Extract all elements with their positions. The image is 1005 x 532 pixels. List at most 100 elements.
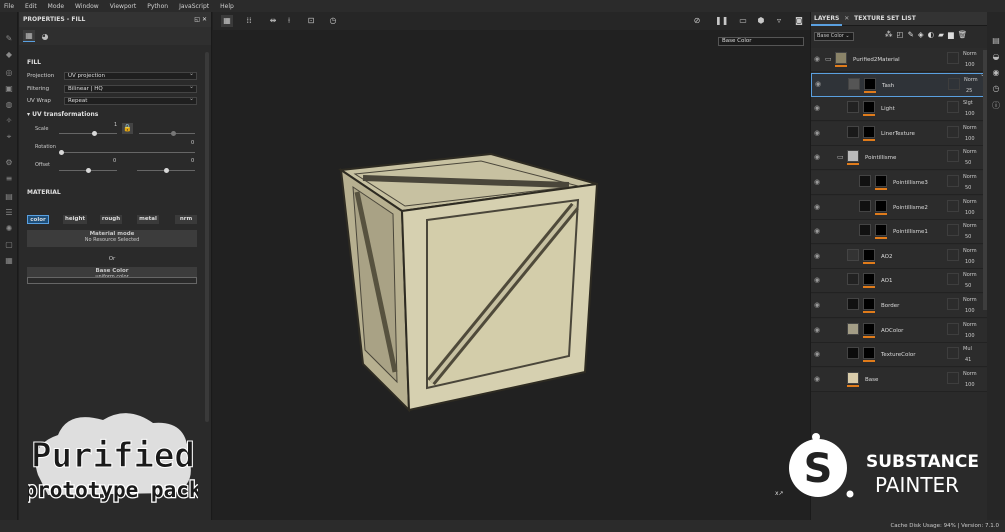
layer-blend-mode[interactable]: Norm <box>963 248 977 254</box>
layer-row[interactable]: ◉ Pointillisme1 Norm 50 <box>811 220 988 245</box>
photoshop-icon[interactable]: ▢ <box>4 240 14 250</box>
layer-opacity[interactable]: 25 <box>966 88 972 94</box>
material-tab-icon[interactable]: ◕ <box>39 30 51 42</box>
layer-row[interactable]: ◉ Border Norm 100 <box>811 294 988 318</box>
history-icon[interactable]: ◷ <box>327 15 339 27</box>
shelf-icon[interactable]: ▤ <box>4 192 14 202</box>
tab-texture-set-list[interactable]: TEXTURE SET LIST <box>851 12 919 26</box>
visibility-eye-icon[interactable]: ◉ <box>814 129 820 137</box>
layer-row[interactable]: ◉ Pointillisme2 Norm 100 <box>811 195 988 220</box>
scale-y-knob[interactable] <box>171 131 176 136</box>
layer-row[interactable]: ◉ Tash Norm 25 <box>811 72 988 97</box>
layer-extra-slot[interactable] <box>947 298 959 310</box>
menu-javascript[interactable]: JavaScript <box>179 3 209 10</box>
offset-x-knob[interactable] <box>86 168 91 173</box>
layer-extra-slot[interactable] <box>948 77 960 90</box>
tab-close-icon[interactable]: ✕ <box>844 15 849 22</box>
layer-opacity[interactable]: 100 <box>965 62 975 68</box>
fill-tab-icon[interactable]: ▦ <box>23 30 35 42</box>
export-icon[interactable]: ▦ <box>4 256 14 266</box>
layer-extra-slot[interactable] <box>947 101 959 114</box>
cube-view-icon[interactable]: ⬢ <box>755 15 767 27</box>
channel-height-button[interactable]: height <box>63 215 87 224</box>
layer-opacity[interactable]: 100 <box>965 382 975 388</box>
layer-extra-slot[interactable] <box>947 322 959 335</box>
layer-extra-slot[interactable] <box>947 125 959 138</box>
layer-blend-mode[interactable]: Norm <box>963 297 977 303</box>
layer-action-icons[interactable]: ⁂◰✎◈◐▰▆🗑 <box>885 30 971 39</box>
visibility-eye-icon[interactable]: ◉ <box>814 203 820 211</box>
channel-color-button[interactable]: color <box>27 215 49 224</box>
channel-rough-button[interactable]: rough <box>100 215 122 224</box>
folder-icon[interactable]: ▭ <box>825 55 832 63</box>
grid-view-icon[interactable]: ▦ <box>221 15 233 27</box>
screenshot-icon[interactable]: ◙ <box>793 15 805 27</box>
scale-slider[interactable] <box>59 131 117 136</box>
channel-metal-button[interactable]: metal <box>137 215 159 224</box>
tab-layers[interactable]: LAYERS <box>811 12 843 26</box>
visibility-eye-icon[interactable]: ◉ <box>814 104 820 112</box>
layer-blend-mode[interactable]: Norm <box>963 223 977 229</box>
menu-help[interactable]: Help <box>220 3 234 10</box>
camera-view-icon[interactable]: ▭ <box>737 15 749 27</box>
layer-extra-slot[interactable] <box>947 224 959 237</box>
layer-blend-mode[interactable]: Norm <box>963 272 977 278</box>
menu-mode[interactable]: Mode <box>48 3 64 10</box>
menu-window[interactable]: Window <box>75 3 99 10</box>
folder-icon[interactable]: ▭ <box>837 153 844 161</box>
layer-blend-mode[interactable]: Norm <box>963 199 977 205</box>
layer-row[interactable]: ◉ ▭ Pointillisme Norm 50 <box>811 146 988 171</box>
filtering-dropdown[interactable]: Bilinear | HQ <box>64 84 197 93</box>
uvwrap-dropdown[interactable]: Repeat <box>64 96 197 105</box>
layer-opacity[interactable]: 100 <box>965 136 975 142</box>
layer-extra-slot[interactable] <box>947 347 959 360</box>
properties-close-icon[interactable]: ◱ ✕ <box>194 16 207 23</box>
layer-extra-slot[interactable] <box>947 52 959 64</box>
layers-channel-dropdown[interactable]: Base Color ⌄ <box>814 32 854 41</box>
frame-icon[interactable]: ⊡ <box>305 15 317 27</box>
layers-tool-icon[interactable]: ▤ <box>991 36 1001 46</box>
rotation-slider[interactable] <box>59 150 195 155</box>
menu-viewport[interactable]: Viewport <box>110 3 137 10</box>
layer-row[interactable]: ◉ ▭ Purified2Material Norm 100 <box>811 48 988 72</box>
base-color-swatch[interactable] <box>27 277 197 284</box>
layer-row[interactable]: ◉ AO1 Norm 50 <box>811 269 988 294</box>
offset-x-slider[interactable] <box>59 168 117 173</box>
layer-blend-mode[interactable]: Norm <box>963 174 977 180</box>
layer-opacity[interactable]: 50 <box>965 234 971 240</box>
picker-icon[interactable]: ⌖ <box>4 132 14 142</box>
projection-dropdown[interactable]: UV projection <box>64 71 197 80</box>
layer-opacity[interactable]: 100 <box>965 111 975 117</box>
menu-edit[interactable]: Edit <box>25 3 37 10</box>
hide-icon[interactable]: ⊘ <box>691 15 703 27</box>
scale-slider-y[interactable] <box>139 131 195 136</box>
layer-row[interactable]: ◉ TextureColor Mul 41 <box>811 343 988 368</box>
lock-icon[interactable]: 🔒 <box>122 123 133 134</box>
layer-blend-mode[interactable]: Slgt <box>963 100 973 106</box>
layer-extra-slot[interactable] <box>947 248 959 261</box>
layer-opacity[interactable]: 100 <box>965 210 975 216</box>
layer-blend-mode[interactable]: Norm <box>963 125 977 131</box>
layer-opacity[interactable]: 50 <box>965 160 971 166</box>
offset-y-knob[interactable] <box>164 168 169 173</box>
layer-row[interactable]: ◉ AO2 Norm 100 <box>811 244 988 269</box>
paint-brush-icon[interactable]: ✎ <box>4 34 14 44</box>
layer-blend-mode[interactable]: Mul <box>963 346 972 352</box>
layer-opacity[interactable]: 100 <box>965 308 975 314</box>
3d-viewport[interactable]: x↗ <box>213 12 810 520</box>
menu-python[interactable]: Python <box>147 3 168 10</box>
layer-extra-slot[interactable] <box>947 175 959 187</box>
scale-slider-knob[interactable] <box>92 131 97 136</box>
layer-opacity[interactable]: 100 <box>965 259 975 265</box>
material-mode-slot[interactable]: Material mode No Resource Selected <box>27 230 197 247</box>
display-icon[interactable]: ☰ <box>4 208 14 218</box>
texture-set-icon[interactable]: ◒ <box>991 52 1001 62</box>
visibility-eye-icon[interactable]: ◉ <box>814 375 820 383</box>
projection-icon[interactable]: ◎ <box>4 68 14 78</box>
lighting-icon[interactable]: ▿ <box>773 15 785 27</box>
pause-icon[interactable]: ❚❚ <box>715 15 728 27</box>
visibility-eye-icon[interactable]: ◉ <box>814 252 820 260</box>
layer-opacity[interactable]: 100 <box>965 333 975 339</box>
channel-nrm-button[interactable]: nrm <box>175 215 197 224</box>
smudge-icon[interactable]: ◍ <box>4 100 14 110</box>
